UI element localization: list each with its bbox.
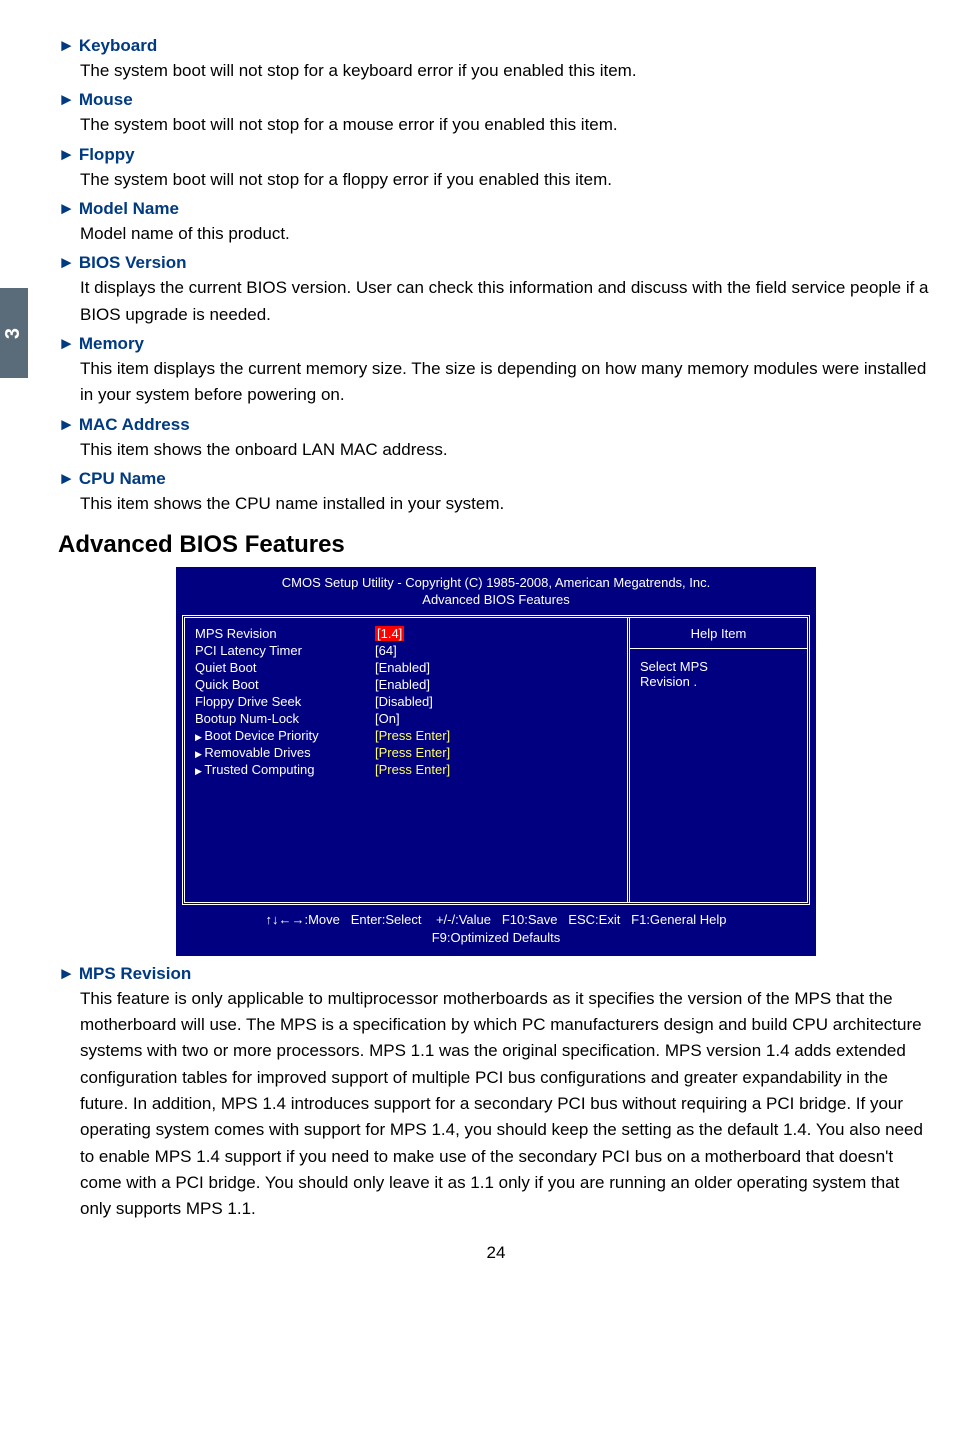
bios-row-label: Trusted Computing	[195, 762, 375, 777]
item-header: ►MPS Revision	[58, 964, 934, 984]
bios-help-title: Help Item	[640, 626, 797, 641]
item-header: ►Memory	[58, 334, 934, 354]
document-page: 3 ►KeyboardThe system boot will not stop…	[0, 0, 954, 1283]
bios-row-value: [Press Enter]	[375, 728, 450, 743]
item-title: MAC Address	[79, 415, 190, 434]
bios-footer: ↑↓←→:Move Enter:Select +/-/:Value F10:Sa…	[182, 905, 810, 949]
bios-row-label: PCI Latency Timer	[195, 643, 375, 658]
bios-footer-line1: ↑↓←→:Move Enter:Select +/-/:Value F10:Sa…	[182, 911, 810, 929]
bios-row-label: Boot Device Priority	[195, 728, 375, 743]
bios-row-value-wrap: [Press Enter]	[375, 762, 617, 777]
item-title: Mouse	[79, 90, 133, 109]
item-title: Floppy	[79, 145, 135, 164]
bios-row-value: [64]	[375, 643, 397, 658]
triangle-right-icon: ►	[58, 469, 75, 488]
triangle-right-icon: ►	[58, 199, 75, 218]
bios-row-label: Removable Drives	[195, 745, 375, 760]
items-list-top: ►KeyboardThe system boot will not stop f…	[58, 36, 934, 517]
bios-help-line2: Revision .	[640, 674, 797, 689]
triangle-right-icon: ►	[58, 415, 75, 434]
item-description: The system boot will not stop for a keyb…	[80, 58, 934, 84]
triangle-right-icon: ►	[58, 253, 75, 272]
bios-help-divider	[630, 648, 807, 649]
bios-row-label: Quiet Boot	[195, 660, 375, 675]
item-title: CPU Name	[79, 469, 166, 488]
item-header: ►Model Name	[58, 199, 934, 219]
bios-row-label: Quick Boot	[195, 677, 375, 692]
item-description: This item displays the current memory si…	[80, 356, 934, 409]
item-description: The system boot will not stop for a mous…	[80, 112, 934, 138]
item-header: ►Mouse	[58, 90, 934, 110]
item-description: This item shows the CPU name installed i…	[80, 491, 934, 517]
bios-help-panel: Help Item Select MPS Revision .	[627, 618, 807, 902]
bios-row-value-wrap: [Disabled]	[375, 694, 617, 709]
item-header: ►CPU Name	[58, 469, 934, 489]
bios-settings-list: MPS Revision[1.4]PCI Latency Timer[64]Qu…	[185, 618, 627, 902]
item-title: BIOS Version	[79, 253, 187, 272]
bios-row-value: [Disabled]	[375, 694, 433, 709]
item-header: ►Floppy	[58, 145, 934, 165]
chapter-number: 3	[3, 327, 26, 338]
bios-row-value: [1.4]	[375, 626, 404, 641]
item-header: ►MAC Address	[58, 415, 934, 435]
bios-row-value: [Press Enter]	[375, 762, 450, 777]
item-title: Model Name	[79, 199, 179, 218]
item-description: It displays the current BIOS version. Us…	[80, 275, 934, 328]
item-title: MPS Revision	[79, 964, 191, 983]
bios-title-line2: Advanced BIOS Features	[182, 592, 810, 609]
item-description: This feature is only applicable to multi…	[80, 986, 934, 1223]
bios-row-value-wrap: [Enabled]	[375, 660, 617, 675]
item-title: Keyboard	[79, 36, 157, 55]
item-header: ►Keyboard	[58, 36, 934, 56]
bios-screenshot: CMOS Setup Utility - Copyright (C) 1985-…	[176, 567, 816, 955]
bios-content: MPS Revision[1.4]PCI Latency Timer[64]Qu…	[182, 615, 810, 905]
triangle-right-icon: ►	[58, 145, 75, 164]
bios-footer-line2: F9:Optimized Defaults	[182, 929, 810, 947]
bios-row-label: Bootup Num-Lock	[195, 711, 375, 726]
bios-row-value: [Press Enter]	[375, 745, 450, 760]
bios-title-line1: CMOS Setup Utility - Copyright (C) 1985-…	[182, 575, 810, 592]
item-description: This item shows the onboard LAN MAC addr…	[80, 437, 934, 463]
bios-row-value: [Enabled]	[375, 677, 430, 692]
bios-row-value-wrap: [64]	[375, 643, 617, 658]
item-description: The system boot will not stop for a flop…	[80, 167, 934, 193]
bios-help-line1: Select MPS	[640, 659, 797, 674]
chapter-tab: 3	[0, 288, 28, 378]
bios-row-label: Floppy Drive Seek	[195, 694, 375, 709]
page-number: 24	[58, 1243, 934, 1263]
bios-row-value-wrap: [On]	[375, 711, 617, 726]
items-list-bottom: ►MPS RevisionThis feature is only applic…	[58, 964, 934, 1223]
bios-title: CMOS Setup Utility - Copyright (C) 1985-…	[182, 573, 810, 615]
item-title: Memory	[79, 334, 144, 353]
bios-row-label: MPS Revision	[195, 626, 375, 641]
bios-help-body: Select MPS Revision .	[640, 659, 797, 689]
bios-row-value: [Enabled]	[375, 660, 430, 675]
triangle-right-icon: ►	[58, 90, 75, 109]
item-header: ►BIOS Version	[58, 253, 934, 273]
triangle-right-icon: ►	[58, 36, 75, 55]
bios-row-value-wrap: [Press Enter]	[375, 728, 617, 743]
triangle-right-icon: ►	[58, 964, 75, 983]
section-title: Advanced BIOS Features	[58, 531, 934, 559]
bios-row-value: [On]	[375, 711, 400, 726]
bios-row-value-wrap: [Enabled]	[375, 677, 617, 692]
bios-row-value-wrap: [1.4]	[375, 626, 617, 641]
item-description: Model name of this product.	[80, 221, 934, 247]
bios-row-value-wrap: [Press Enter]	[375, 745, 617, 760]
triangle-right-icon: ►	[58, 334, 75, 353]
